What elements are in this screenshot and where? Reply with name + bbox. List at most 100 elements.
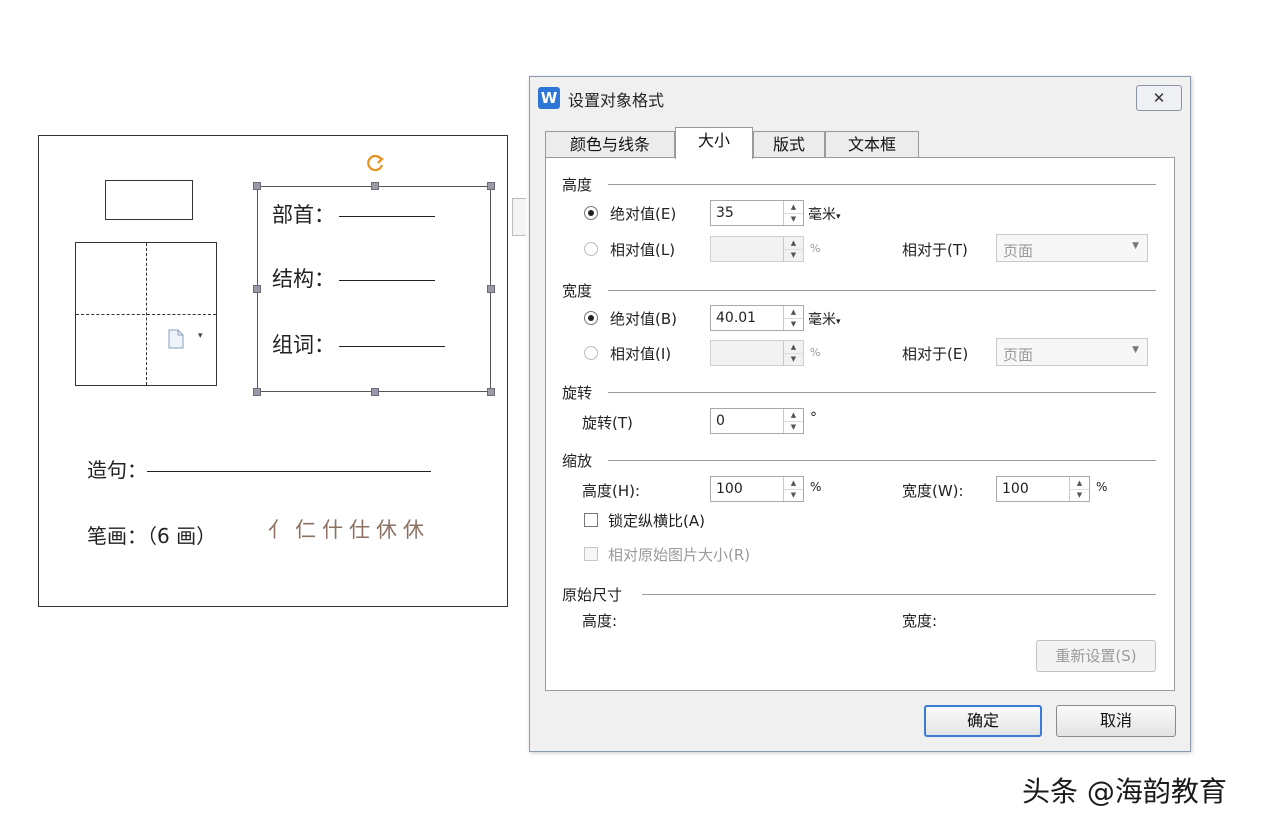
chevron-down-icon[interactable]: ▾ [198, 331, 203, 341]
word-blank [339, 345, 445, 347]
selected-textbox[interactable]: 部首： 结构： 组词： [253, 154, 495, 396]
resize-handle-left[interactable] [253, 285, 261, 293]
height-unit: 毫米 [808, 207, 836, 223]
height-section-label: 高度 [562, 176, 593, 194]
lock-aspect-checkbox[interactable] [584, 513, 598, 527]
rotation-value: 0 [716, 413, 725, 429]
original-size-section-label: 原始尺寸 [562, 586, 623, 604]
spin-down-icon[interactable]: ▼ [1070, 489, 1089, 501]
height-relative-to-value: 页面 [1003, 242, 1034, 260]
resize-handle-top[interactable] [371, 182, 379, 190]
size-tab-panel: 高度 绝对值(E) 35 ▲ ▼ 毫米▾ 相对值(L) ▲ ▼ % 相对于(T) 页… [545, 157, 1175, 691]
height-relative-radio[interactable] [584, 242, 598, 256]
width-absolute-radio[interactable] [584, 311, 598, 325]
spinner-arrows[interactable]: ▲ ▼ [783, 237, 803, 261]
height-absolute-radio[interactable] [584, 206, 598, 220]
source-watermark: 头条 @海韵教育 [1022, 775, 1227, 808]
width-unit: 毫米 [808, 312, 836, 328]
spinner-arrows[interactable]: ▲ ▼ [1069, 477, 1089, 501]
width-relative-radio[interactable] [584, 346, 598, 360]
spin-down-icon[interactable]: ▼ [784, 353, 803, 365]
relative-original-checkbox[interactable] [584, 547, 598, 561]
width-absolute-label: 绝对值(B) [610, 310, 677, 328]
relative-original-label: 相对原始图片大小(R) [608, 546, 751, 564]
cancel-button[interactable]: 取消 [1056, 705, 1176, 737]
wps-app-icon: W [538, 87, 560, 109]
rotation-input[interactable]: 0 ▲ ▼ [710, 408, 804, 434]
height-absolute-value: 35 [716, 205, 734, 221]
resize-handle-top-left[interactable] [253, 182, 261, 190]
spinner-arrows[interactable]: ▲ ▼ [783, 306, 803, 330]
resize-handle-top-right[interactable] [487, 182, 495, 190]
height-relative-to-label: 相对于(T) [902, 241, 968, 259]
height-relative-to-select[interactable]: 页面 ▼ [996, 234, 1148, 262]
tab-layout[interactable]: 版式 [753, 131, 825, 157]
width-relative-unit: % [810, 346, 821, 359]
spinner-arrows[interactable]: ▲ ▼ [783, 201, 803, 225]
scale-width-label: 宽度(W): [902, 482, 964, 500]
lock-aspect-label: 锁定纵横比(A) [608, 512, 705, 530]
stroke-order-sequence: 亻仁什仕休休 [268, 514, 430, 544]
tab-color-lines[interactable]: 颜色与线条 [545, 131, 675, 157]
divider [608, 392, 1156, 393]
divider [642, 594, 1156, 595]
spinner-arrows[interactable]: ▲ ▼ [783, 341, 803, 365]
structure-row: 结构： [272, 263, 435, 293]
word-label: 组词： [272, 333, 335, 357]
dialog-titlebar[interactable]: W 设置对象格式 ✕ [530, 77, 1190, 117]
stroke-step: 亻 [268, 518, 295, 542]
sentence-blank [147, 471, 431, 472]
pinyin-box [105, 180, 193, 220]
width-absolute-input[interactable]: 40.01 ▲ ▼ [710, 305, 804, 331]
tab-size[interactable]: 大小 [675, 127, 753, 159]
structure-label: 结构： [272, 267, 335, 291]
grid-horizontal-dashed-line [76, 314, 216, 315]
stroke-step: 什 [322, 518, 349, 542]
ok-button[interactable]: 确定 [924, 705, 1042, 737]
spin-down-icon[interactable]: ▼ [784, 489, 803, 501]
scale-height-value: 100 [716, 481, 743, 497]
side-toolbar-strip[interactable] [512, 198, 526, 236]
resize-handle-bottom-right[interactable] [487, 388, 495, 396]
stroke-step: 休 [376, 518, 403, 542]
spinner-arrows[interactable]: ▲ ▼ [783, 409, 803, 433]
width-relative-input[interactable]: ▲ ▼ [710, 340, 804, 366]
resize-handle-bottom[interactable] [371, 388, 379, 396]
tab-textbox[interactable]: 文本框 [825, 131, 919, 157]
height-absolute-label: 绝对值(E) [610, 205, 677, 223]
spin-down-icon[interactable]: ▼ [784, 249, 803, 261]
spin-down-icon[interactable]: ▼ [784, 421, 803, 433]
scale-width-unit: % [1096, 480, 1108, 494]
strokes-label: 笔画：（6 画） [87, 524, 217, 548]
spin-down-icon[interactable]: ▼ [784, 213, 803, 225]
original-width-label: 宽度: [902, 612, 938, 630]
height-unit-dropdown[interactable]: 毫米▾ [808, 204, 841, 224]
dialog-title: 设置对象格式 [568, 91, 665, 110]
scale-section-label: 缩放 [562, 452, 593, 470]
layout-options-icon[interactable] [168, 329, 184, 349]
close-button[interactable]: ✕ [1136, 85, 1182, 111]
spinner-arrows[interactable]: ▲ ▼ [783, 477, 803, 501]
height-relative-input[interactable]: ▲ ▼ [710, 236, 804, 262]
tian-zi-grid: ▾ [75, 242, 217, 386]
reset-button[interactable]: 重新设置(S) [1036, 640, 1156, 672]
scale-width-value: 100 [1002, 481, 1029, 497]
original-height-label: 高度: [582, 612, 618, 630]
stroke-step: 仕 [349, 518, 376, 542]
scale-height-input[interactable]: 100 ▲ ▼ [710, 476, 804, 502]
width-absolute-value: 40.01 [716, 310, 757, 326]
resize-handle-right[interactable] [487, 285, 495, 293]
height-absolute-input[interactable]: 35 ▲ ▼ [710, 200, 804, 226]
format-object-dialog: W 设置对象格式 ✕ 颜色与线条 大小 版式 文本框 高度 绝对值(E) 35 … [529, 76, 1191, 752]
sentence-label: 造句： [87, 458, 147, 482]
worksheet-card: ▾ 部首： 结构： 组词： 造句： 笔画：（6 画） 亻仁什仕休休 [38, 135, 508, 607]
spin-down-icon[interactable]: ▼ [784, 318, 803, 330]
scale-width-input[interactable]: 100 ▲ ▼ [996, 476, 1090, 502]
width-relative-to-select[interactable]: 页面 ▼ [996, 338, 1148, 366]
scale-height-unit: % [810, 480, 822, 494]
resize-handle-bottom-left[interactable] [253, 388, 261, 396]
rotate-handle-icon[interactable] [366, 153, 386, 173]
height-relative-unit: % [810, 242, 821, 255]
width-unit-dropdown[interactable]: 毫米▾ [808, 309, 841, 329]
stroke-step: 休 [403, 518, 430, 542]
